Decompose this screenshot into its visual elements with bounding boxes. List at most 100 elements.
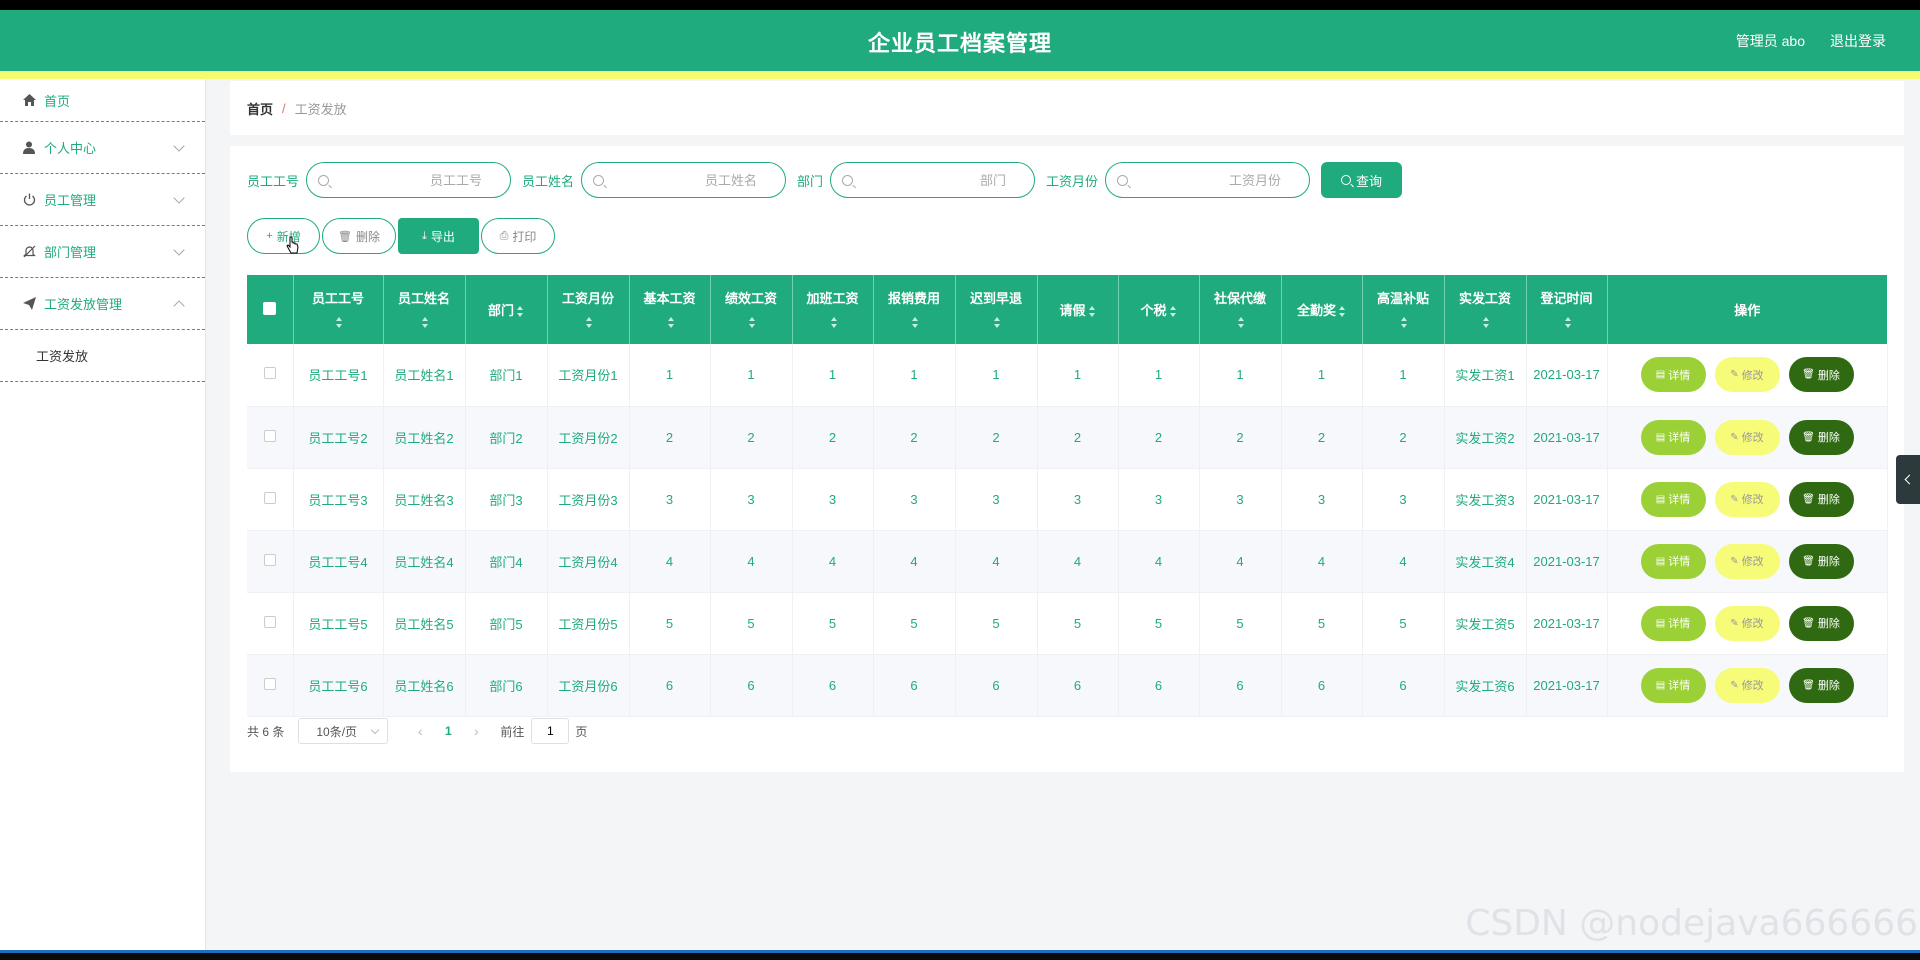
query-button[interactable]: 查询 (1321, 162, 1403, 198)
table-cell: 3 (629, 468, 711, 531)
row-delete-button[interactable]: 🗑 删除 (1788, 667, 1854, 703)
sort-icon[interactable] (1088, 306, 1096, 318)
sort-icon[interactable] (1564, 317, 1572, 329)
column-header[interactable]: 报销费用 (873, 275, 956, 344)
row-actions-cell: ▤ 详情 ✎ 修改 🗑 删除 (1607, 530, 1888, 593)
salary-table: 员工工号 员工姓名 部门 工资月份 基本工资 绩效工资 加班工资 报销费用 迟到… (247, 275, 1888, 717)
column-header[interactable]: 部门 (465, 275, 548, 344)
sort-icon[interactable] (667, 317, 675, 329)
column-header[interactable]: 登记时间 (1526, 275, 1608, 344)
column-header[interactable]: 基本工资 (629, 275, 711, 344)
collapse-panel-tab[interactable] (1896, 455, 1920, 504)
select-all-checkbox-cell[interactable] (247, 275, 294, 344)
employee-name-input[interactable] (582, 163, 786, 197)
sidebar-item-salary-management[interactable]: 工资发放管理 (0, 278, 205, 330)
row-delete-button[interactable]: 🗑 删除 (1788, 419, 1854, 455)
sort-icon[interactable] (586, 317, 593, 329)
next-page-button[interactable]: › (466, 723, 486, 739)
export-button[interactable]: ⤓ 导出 (398, 218, 479, 254)
sort-icon[interactable] (1483, 317, 1490, 329)
edit-button-label: 修改 (1741, 618, 1764, 630)
row-checkbox[interactable] (263, 677, 276, 690)
row-delete-button[interactable]: 🗑 删除 (1788, 605, 1854, 641)
row-delete-button-label: 删除 (1817, 556, 1840, 568)
row-checkbox[interactable] (263, 615, 276, 628)
goto-page-input[interactable] (531, 718, 570, 744)
page-size-select[interactable]: 10条/页 (298, 718, 389, 744)
delete-button[interactable]: 🗑 删除 (322, 218, 396, 254)
column-header[interactable]: 绩效工资 (710, 275, 793, 344)
table-cell: 部门3 (465, 468, 548, 531)
column-header[interactable]: 社保代缴 (1199, 275, 1282, 344)
row-delete-button[interactable]: 🗑 删除 (1788, 543, 1854, 579)
row-checkbox[interactable] (263, 553, 276, 566)
sort-icon[interactable] (422, 317, 429, 329)
row-checkbox-cell (247, 592, 294, 655)
row-checkbox[interactable] (263, 491, 276, 504)
page-size-value: 10条/页 (316, 724, 358, 739)
edit-button[interactable]: ✎ 修改 (1714, 605, 1780, 641)
edit-button[interactable]: ✎ 修改 (1714, 667, 1780, 703)
column-header[interactable]: 实发工资 (1444, 275, 1527, 344)
row-delete-button[interactable]: 🗑 删除 (1788, 481, 1854, 517)
row-checkbox[interactable] (263, 429, 276, 442)
detail-button[interactable]: ▤ 详情 (1640, 605, 1706, 641)
sort-icon[interactable] (1169, 306, 1177, 318)
sort-icon[interactable] (1339, 306, 1346, 318)
sort-icon[interactable] (517, 306, 524, 318)
breadcrumb-home[interactable]: 首页 (247, 99, 273, 118)
edit-button[interactable]: ✎ 修改 (1714, 481, 1780, 517)
salary-month-input[interactable] (1106, 163, 1310, 197)
row-delete-button-label: 删除 (1817, 680, 1840, 692)
select-all-checkbox[interactable] (263, 301, 277, 315)
detail-button[interactable]: ▤ 详情 (1640, 357, 1706, 393)
detail-button[interactable]: ▤ 详情 (1640, 543, 1706, 579)
table-cell: 1 (710, 344, 793, 407)
bell-off-icon (22, 245, 36, 259)
column-header[interactable]: 迟到早退 (955, 275, 1038, 344)
edit-button[interactable]: ✎ 修改 (1714, 357, 1780, 393)
column-header[interactable]: 高温补贴 (1362, 275, 1445, 344)
sidebar-subitem-salary-payment[interactable]: 工资发放 (0, 330, 205, 382)
sort-icon[interactable] (749, 317, 756, 329)
column-header[interactable]: 个税 (1118, 275, 1200, 344)
detail-button[interactable]: ▤ 详情 (1640, 419, 1706, 455)
column-header[interactable]: 员工姓名 (383, 275, 466, 344)
sort-icon[interactable] (912, 317, 919, 329)
table-cell: 实发工资4 (1444, 530, 1527, 593)
sort-icon[interactable] (1238, 317, 1245, 329)
print-button[interactable]: ⎙ 打印 (481, 218, 555, 254)
employee-id-input[interactable] (307, 163, 511, 197)
sidebar-item-personal-center[interactable]: 个人中心 (0, 122, 205, 174)
column-header[interactable]: 员工工号 (293, 275, 384, 344)
edit-button[interactable]: ✎ 修改 (1714, 419, 1780, 455)
table-cell: 员工姓名1 (383, 344, 466, 407)
sort-icon[interactable] (336, 317, 343, 329)
prev-page-button[interactable]: ‹ (410, 723, 430, 739)
row-checkbox-cell (247, 344, 294, 407)
row-checkbox[interactable] (263, 367, 276, 380)
sort-icon[interactable] (1401, 317, 1408, 329)
column-header[interactable]: 工资月份 (547, 275, 630, 344)
department-input[interactable] (831, 163, 1035, 197)
logout-link[interactable]: 退出登录 (1830, 31, 1886, 51)
detail-button[interactable]: ▤ 详情 (1640, 667, 1706, 703)
table-row: 员工工号6 员工姓名6 部门6 工资月份6 6 6 6 6 6 6 6 6 6 6 实发工资6 2021-03… (247, 654, 1888, 717)
detail-button[interactable]: ▤ 详情 (1640, 481, 1706, 517)
add-button[interactable]: + 新增 (247, 218, 320, 254)
edit-button[interactable]: ✎ 修改 (1714, 543, 1780, 579)
table-cell: 3 (873, 468, 956, 531)
column-header[interactable]: 全勤奖 (1281, 275, 1363, 344)
sidebar-item-employee-management[interactable]: 员工管理 (0, 174, 205, 226)
sort-icon[interactable] (830, 317, 838, 329)
sidebar-item-home[interactable]: 首页 (0, 79, 205, 122)
table-cell: 5 (1199, 592, 1282, 655)
column-header[interactable]: 请假 (1037, 275, 1119, 344)
sort-icon[interactable] (994, 317, 1001, 329)
table-cell: 6 (1037, 654, 1119, 717)
row-delete-button[interactable]: 🗑 删除 (1788, 357, 1854, 393)
sidebar-item-department-management[interactable]: 部门管理 (0, 226, 205, 278)
table-cell: 5 (792, 592, 874, 655)
column-header[interactable]: 加班工资 (792, 275, 874, 344)
page-number[interactable]: 1 (430, 724, 466, 738)
